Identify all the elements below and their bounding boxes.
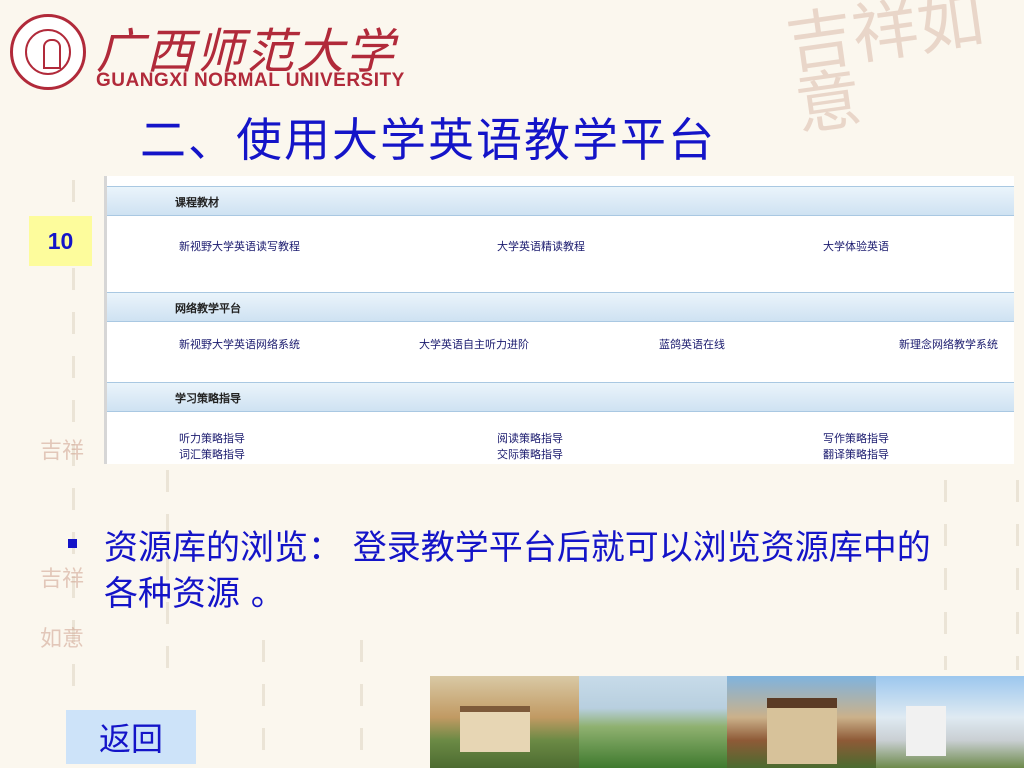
- university-seal-logo: [10, 14, 86, 90]
- section-header-learning-strategies: 学习策略指导: [107, 382, 1014, 412]
- link-experiencing-english[interactable]: 大学体验英语: [823, 238, 889, 254]
- campus-photo-strip: [430, 676, 1024, 768]
- platform-screenshot: 课程教材 新视野大学英语读写教程 大学英语精读教程 大学体验英语 网络教学平台 …: [104, 176, 1014, 464]
- link-vocabulary-strategy[interactable]: 词汇策略指导: [179, 446, 245, 462]
- campus-photo: [430, 676, 579, 768]
- back-button[interactable]: 返回: [66, 710, 196, 764]
- university-name-en: GUANGXI NORMAL UNIVERSITY: [96, 70, 405, 91]
- background-stripe: [262, 640, 265, 750]
- campus-photo: [875, 676, 1024, 768]
- link-listening-strategy[interactable]: 听力策略指导: [179, 430, 245, 446]
- link-lange-english-online[interactable]: 蓝鸽英语在线: [659, 336, 725, 352]
- section-title: 学习策略指导: [175, 392, 241, 405]
- bullet-text: 资源库的浏览： 登录教学平台后就可以浏览资源库中的各种资源 。: [104, 528, 931, 614]
- background-stripe: [944, 480, 947, 670]
- campus-photo: [727, 676, 876, 768]
- link-translation-strategy[interactable]: 翻译策略指导: [823, 446, 889, 462]
- page-number-badge: 10: [29, 216, 92, 266]
- section-title: 网络教学平台: [175, 302, 241, 315]
- background-stripe: [360, 640, 363, 750]
- section-header-network-platform: 网络教学平台: [107, 292, 1014, 322]
- section-title: 课程教材: [175, 196, 219, 209]
- bullet-square-icon: [68, 539, 77, 548]
- link-new-horizon-network[interactable]: 新视野大学英语网络系统: [179, 336, 300, 352]
- blessing-stamp: 吉祥: [40, 439, 85, 464]
- section-header-textbooks: 课程教材: [107, 186, 1014, 216]
- blessing-stamp: 如意: [40, 627, 85, 652]
- link-communication-strategy[interactable]: 交际策略指导: [497, 446, 563, 462]
- link-new-horizon-reading-writing[interactable]: 新视野大学英语读写教程: [179, 238, 300, 254]
- link-reading-strategy[interactable]: 阅读策略指导: [497, 430, 563, 446]
- blessing-watermark: 吉祥如意: [781, 0, 989, 146]
- link-autonomous-listening[interactable]: 大学英语自主听力进阶: [419, 336, 529, 352]
- link-college-english-intensive[interactable]: 大学英语精读教程: [497, 238, 585, 254]
- blessing-stamp: 吉祥: [40, 567, 85, 592]
- link-writing-strategy[interactable]: 写作策略指导: [823, 430, 889, 446]
- campus-photo: [578, 676, 727, 768]
- slide-title: 二、使用大学英语教学平台: [140, 113, 716, 167]
- background-stripe: [1016, 480, 1019, 670]
- link-new-concept-network[interactable]: 新理念网络教学系统: [899, 336, 998, 352]
